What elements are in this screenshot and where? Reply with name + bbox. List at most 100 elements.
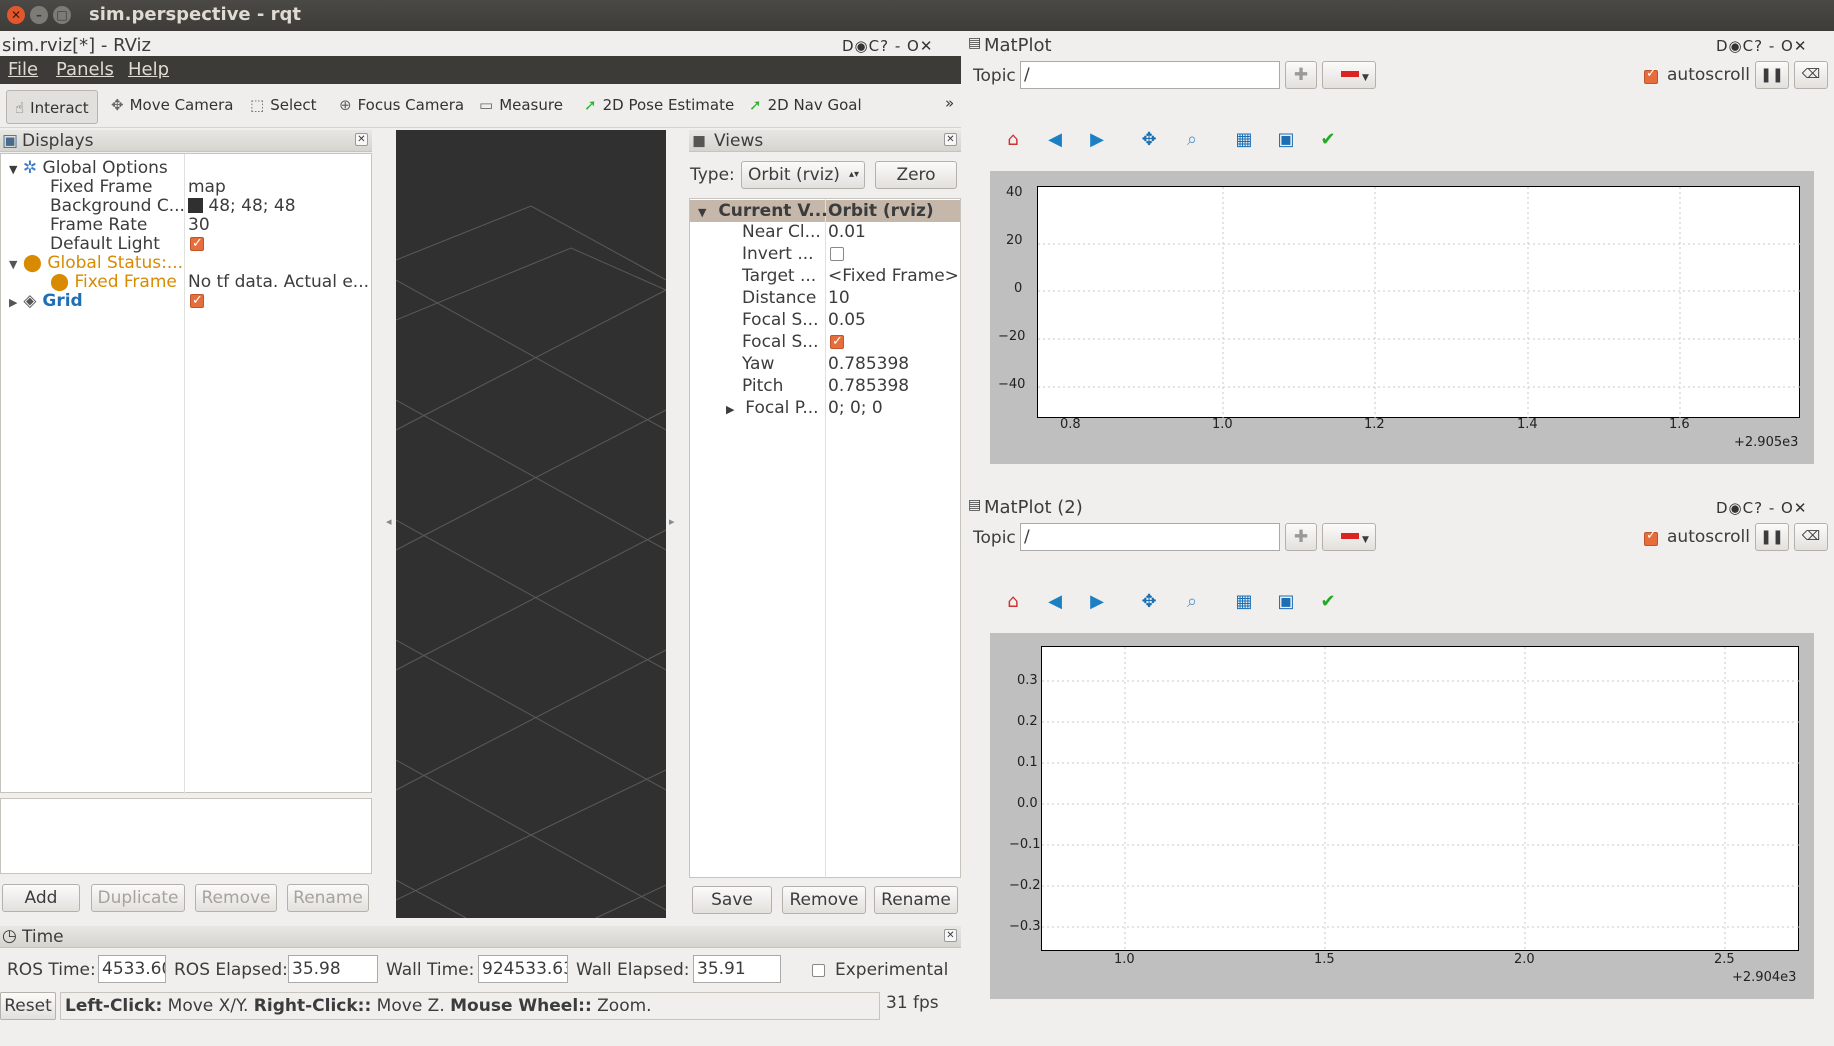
ros-time-field[interactable]: 4533.60: [98, 955, 166, 983]
save-icon[interactable]: ▣: [1274, 128, 1298, 152]
close-icon[interactable]: ✕: [944, 929, 957, 942]
displays-tree[interactable]: ▼ ✲ Global Options Fixed Frame map Backg…: [0, 153, 372, 794]
matplot2-dock-controls[interactable]: D◉C? - O✕: [1716, 499, 1807, 517]
toolbar-more-button[interactable]: »: [945, 94, 954, 112]
matplot2-topic-input[interactable]: /: [1020, 523, 1280, 551]
remove-topic-button[interactable]: ▼: [1322, 61, 1376, 89]
remove-display-button[interactable]: Remove: [195, 884, 277, 912]
hint-left-click: Left-Click:: [65, 996, 163, 1016]
tool-interact[interactable]: ☝ Interact: [6, 90, 98, 124]
clock-icon: ◷: [2, 926, 17, 946]
rename-view-button[interactable]: Rename: [874, 886, 958, 914]
close-icon[interactable]: ✕: [944, 133, 957, 146]
wall-time-field[interactable]: 924533.63: [478, 955, 568, 983]
add-topic-button[interactable]: ✚: [1285, 61, 1317, 89]
rviz-dock-controls[interactable]: D◉C? - O✕: [842, 37, 933, 55]
matplot-topic-input[interactable]: /: [1020, 61, 1280, 89]
invert-checkbox[interactable]: [830, 243, 844, 265]
autoscroll-checkbox[interactable]: [1644, 528, 1658, 549]
3d-viewport[interactable]: [396, 130, 666, 918]
back-arrow-icon[interactable]: ◀: [1043, 128, 1067, 152]
zoom-icon[interactable]: ⌕: [1180, 128, 1204, 152]
tool-measure[interactable]: ▭ Measure: [479, 96, 563, 114]
home-icon[interactable]: ⌂: [1001, 590, 1025, 614]
pan-icon[interactable]: ✥: [1137, 128, 1161, 152]
views-tree[interactable]: ▼ Current V... Orbit (rviz) Near Cl... 0…: [689, 198, 961, 879]
experimental-checkbox[interactable]: [812, 960, 825, 980]
pitch-value[interactable]: 0.785398: [828, 375, 909, 397]
camera-icon: ◼: [692, 131, 707, 151]
pause-button[interactable]: ❚❚: [1755, 523, 1789, 551]
right-splitter-handle[interactable]: ▸: [669, 130, 677, 790]
save-view-button[interactable]: Save: [692, 886, 772, 914]
checkmark-icon[interactable]: ✔: [1316, 590, 1340, 614]
distance-value[interactable]: 10: [828, 287, 850, 309]
focal-shape-checkbox[interactable]: [830, 331, 844, 353]
terminal-icon: ▤: [968, 35, 982, 51]
tool-select[interactable]: ⬚ Select: [250, 96, 316, 114]
tool-move-camera[interactable]: ✥ Move Camera: [111, 96, 233, 114]
grid-checkbox[interactable]: [190, 290, 204, 312]
add-topic-button[interactable]: ✚: [1285, 523, 1317, 551]
autoscroll-checkbox[interactable]: [1644, 66, 1658, 87]
focal-size-value[interactable]: 0.05: [828, 309, 866, 331]
grid-row[interactable]: ▶ ◈ Grid: [9, 290, 83, 312]
save-icon[interactable]: ▣: [1274, 590, 1298, 614]
target-value[interactable]: <Fixed Frame>: [828, 265, 959, 287]
tool-2d-pose-estimate[interactable]: ➚ 2D Pose Estimate: [584, 96, 734, 114]
global-options-label: Global Options: [42, 158, 168, 178]
checkmark-icon[interactable]: ✔: [1316, 128, 1340, 152]
x-offset-label: +2.905e3: [1734, 435, 1799, 450]
pan-icon[interactable]: ✥: [1137, 590, 1161, 614]
subplots-icon[interactable]: ▦: [1232, 128, 1256, 152]
tool-2d-nav-goal[interactable]: ➚ 2D Nav Goal: [749, 96, 862, 114]
menu-file[interactable]: File: [8, 59, 38, 80]
left-splitter-handle[interactable]: ◂: [386, 130, 394, 790]
close-window-button[interactable]: ✕: [7, 6, 25, 24]
rename-display-button[interactable]: Rename: [287, 884, 369, 912]
tool-focus-camera[interactable]: ⊕ Focus Camera: [339, 96, 464, 114]
remove-topic-button[interactable]: ▼: [1322, 523, 1376, 551]
clear-button[interactable]: ⌫: [1794, 523, 1828, 551]
default-light-checkbox[interactable]: [190, 233, 204, 255]
menu-help[interactable]: Help: [128, 59, 169, 80]
y-tick-label: −0.1: [1009, 837, 1041, 852]
wall-elapsed-field[interactable]: 35.91: [693, 955, 781, 983]
pause-button[interactable]: ❚❚: [1755, 61, 1789, 89]
duplicate-display-button[interactable]: Duplicate: [91, 884, 185, 912]
view-type-select[interactable]: Orbit (rviz) ▴▾: [741, 161, 865, 189]
back-arrow-icon[interactable]: ◀: [1043, 590, 1067, 614]
rviz-dock-title: sim.rviz[*] - RViz: [2, 35, 152, 56]
current-view-row[interactable]: ▼ Current V...: [698, 200, 828, 222]
hint-mouse-wheel: Mouse Wheel::: [450, 996, 592, 1016]
close-icon[interactable]: ✕: [355, 133, 368, 146]
focal-point-row[interactable]: ▶ Focal P...: [726, 397, 819, 419]
ros-elapsed-field[interactable]: 35.98: [288, 955, 378, 983]
matplot-axes[interactable]: [1037, 186, 1801, 419]
forward-arrow-icon[interactable]: ▶: [1085, 590, 1109, 614]
wall-time-label: Wall Time:: [386, 960, 475, 980]
wall-elapsed-label: Wall Elapsed:: [576, 960, 690, 980]
maximize-window-button[interactable]: □: [53, 6, 71, 24]
matplot2-title: MatPlot (2): [984, 497, 1083, 518]
near-clip-value[interactable]: 0.01: [828, 221, 866, 243]
minimize-window-button[interactable]: –: [30, 6, 48, 24]
plus-icon: ✚: [1293, 65, 1309, 85]
global-status-label: Global Status:...: [47, 253, 184, 273]
remove-view-button[interactable]: Remove: [782, 886, 866, 914]
yaw-value[interactable]: 0.785398: [828, 353, 909, 375]
forward-arrow-icon[interactable]: ▶: [1085, 128, 1109, 152]
zoom-icon[interactable]: ⌕: [1180, 590, 1204, 614]
matplot2-axes[interactable]: [1041, 646, 1800, 952]
add-display-button[interactable]: Add: [2, 884, 80, 912]
menu-panels[interactable]: Panels: [56, 59, 114, 80]
hint-right-click-text: Move Z.: [371, 996, 451, 1016]
home-icon[interactable]: ⌂: [1001, 128, 1025, 152]
reset-button[interactable]: Reset: [0, 992, 56, 1020]
subplots-icon[interactable]: ▦: [1232, 590, 1256, 614]
clear-button[interactable]: ⌫: [1794, 61, 1828, 89]
zero-button[interactable]: Zero: [875, 161, 957, 189]
fixed-frame-status-value: No tf data. Actual e...: [188, 272, 370, 292]
focal-point-value[interactable]: 0; 0; 0: [828, 397, 883, 419]
matplot-dock-controls[interactable]: D◉C? - O✕: [1716, 37, 1807, 55]
